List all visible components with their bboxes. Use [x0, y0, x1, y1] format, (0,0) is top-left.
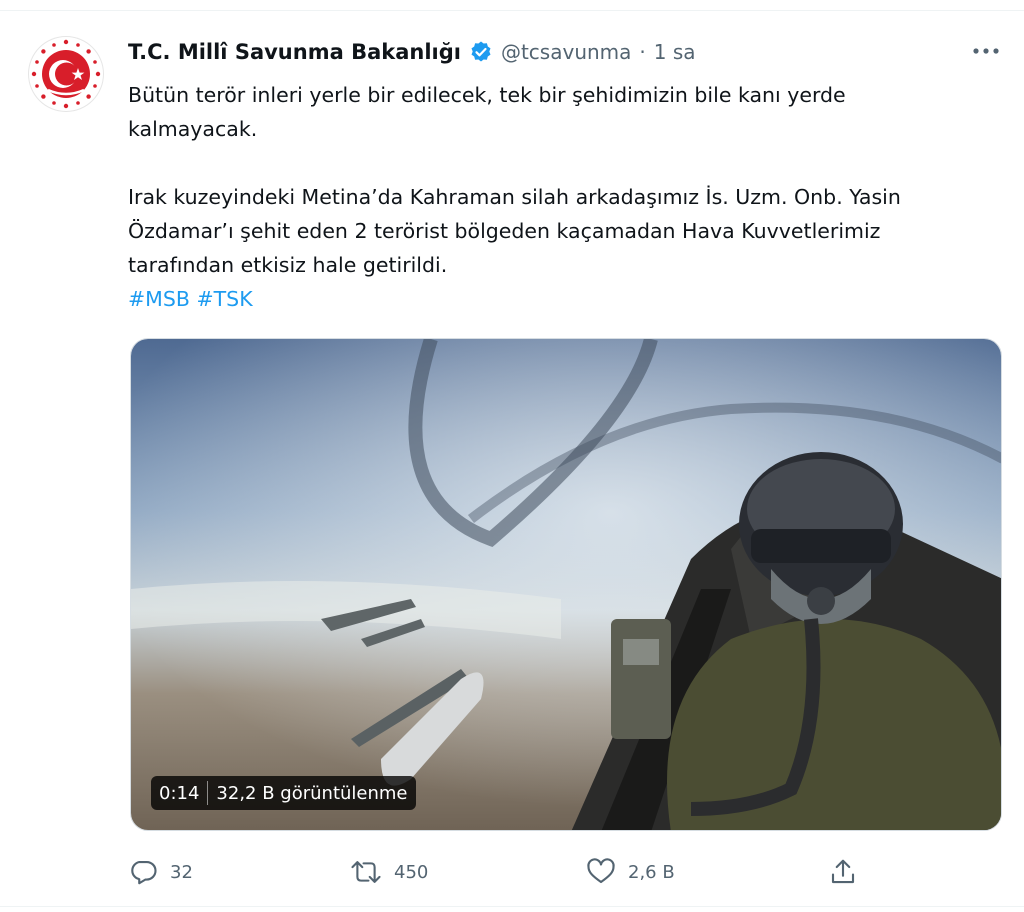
video-duration: 0:14 — [159, 782, 200, 804]
hashtag-msb[interactable]: #MSB — [128, 287, 190, 311]
video-info-badge: 0:14 32,2 B görüntülenme — [151, 776, 416, 810]
share-icon — [831, 859, 855, 884]
tweet-text-line: kalmayacak. — [128, 117, 258, 141]
more-options-button[interactable] — [968, 38, 1004, 64]
share-button[interactable] — [828, 852, 858, 892]
tweet-text-line: Bütün terör inleri yerle bir edilecek, t… — [128, 83, 846, 107]
retweet-count: 450 — [394, 861, 429, 883]
hashtag-tsk[interactable]: #TSK — [196, 287, 252, 311]
more-options-icon — [973, 48, 999, 54]
video-views: 32,2 B görüntülenme — [216, 782, 408, 804]
heart-icon — [587, 858, 615, 884]
avatar[interactable] — [28, 36, 104, 112]
tweet-time[interactable]: 1 sa — [654, 40, 696, 64]
like-button[interactable]: 2,6 B — [586, 852, 675, 892]
tweet-text: Bütün terör inleri yerle bir edilecek, t… — [128, 78, 988, 316]
retweet-button[interactable]: 450 — [350, 852, 428, 892]
retweet-icon — [351, 861, 381, 883]
tweet-text-line: Özdamar’ı şehit eden 2 terörist bölgeden… — [128, 219, 881, 243]
turkish-crest-icon — [30, 38, 102, 110]
tweet-header: T.C. Millî Savunma Bakanlığı @tcsavunma … — [128, 36, 696, 68]
tweet-text-line: tarafından etkisiz hale getirildi. — [128, 253, 448, 277]
tweet-actions: 32 450 2,6 B — [128, 852, 1008, 892]
like-count: 2,6 B — [628, 861, 675, 883]
account-handle[interactable]: @tcsavunma — [501, 40, 631, 64]
reply-count: 32 — [170, 861, 193, 883]
account-name[interactable]: T.C. Millî Savunma Bakanlığı — [128, 40, 461, 64]
reply-button[interactable]: 32 — [128, 852, 193, 892]
verified-badge-icon — [471, 41, 491, 62]
video-thumbnail — [131, 339, 1001, 830]
separator-dot: · — [639, 40, 646, 64]
bottom-divider — [0, 906, 1024, 907]
video-player[interactable]: 0:14 32,2 B görüntülenme — [130, 338, 1002, 831]
top-divider — [0, 10, 1024, 11]
reply-icon — [131, 860, 157, 885]
hashtags: #MSB #TSK — [128, 282, 988, 316]
tweet-text-line: Irak kuzeyindeki Metina’da Kahraman sila… — [128, 185, 901, 209]
